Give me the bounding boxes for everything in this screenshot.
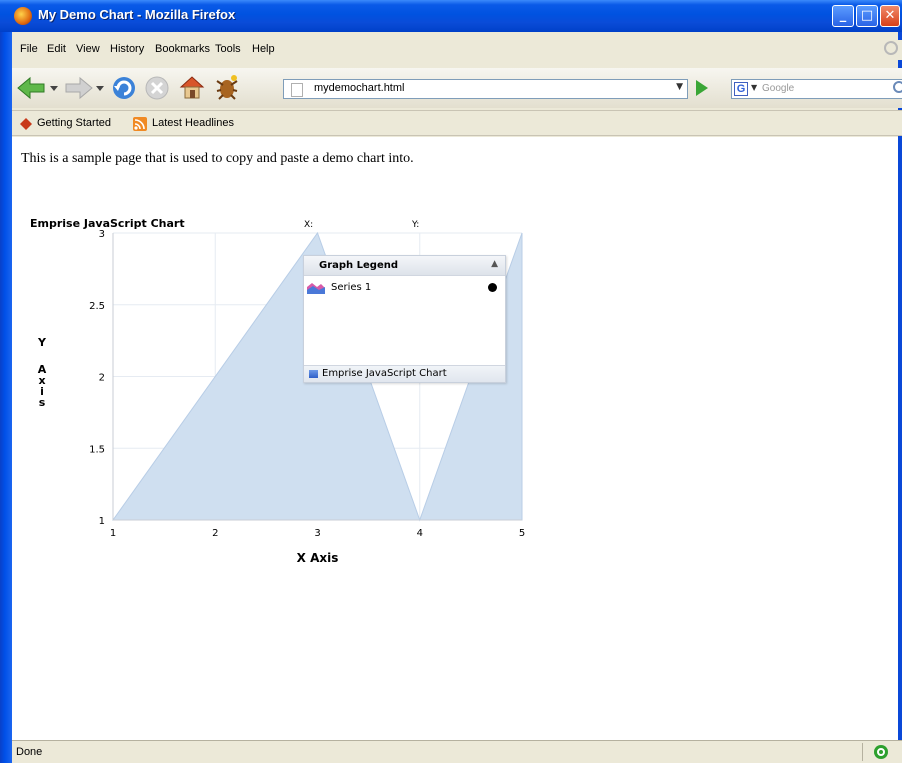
menu-view[interactable]: View	[76, 43, 100, 55]
go-button[interactable]	[696, 80, 708, 96]
bookmark-getting-started[interactable]: Getting Started	[37, 117, 111, 129]
x-tick-label: 3	[314, 528, 320, 539]
y-tick-label: 1	[99, 516, 105, 527]
forward-arrow-icon[interactable]	[64, 76, 94, 100]
legend-footer: Emprise JavaScript Chart	[304, 365, 505, 382]
window-left-border	[0, 0, 12, 763]
url-text[interactable]: mydemochart.html	[314, 82, 404, 94]
y-tick-label: 3	[99, 229, 105, 240]
window-title: My Demo Chart - Mozilla Firefox	[38, 7, 236, 22]
back-arrow-icon[interactable]	[16, 76, 48, 100]
crosshair-x-label: X:	[304, 220, 313, 230]
status-separator	[862, 743, 863, 761]
legend-collapse-icon[interactable]: ▲	[491, 259, 498, 269]
graph-legend[interactable]: Graph Legend ▲ Series 1 Emprise JavaScri…	[303, 255, 506, 383]
legend-series-label: Series 1	[331, 282, 372, 293]
x-axis-title: X Axis	[297, 551, 339, 565]
chart-title: Emprise JavaScript Chart	[30, 217, 185, 230]
legend-footer-text: Emprise JavaScript Chart	[322, 368, 447, 379]
crosshair-y-label: Y:	[411, 220, 419, 230]
x-tick-label: 5	[519, 528, 525, 539]
emprise-logo-icon	[309, 370, 318, 378]
status-bar: Done	[12, 740, 902, 763]
menu-bookmarks[interactable]: Bookmarks	[155, 43, 210, 55]
search-engine-icon[interactable]: G	[734, 82, 748, 96]
y-tick-label: 2	[99, 373, 105, 384]
menu-tools[interactable]: Tools	[215, 43, 241, 55]
minimize-button[interactable]: _	[832, 5, 854, 27]
browser-window: My Demo Chart - Mozilla Firefox _ □ ✕ Fi…	[0, 0, 902, 763]
y-tick-label: 1.5	[89, 444, 105, 455]
page-icon	[291, 83, 303, 97]
navigation-toolbar: mydemochart.html ▼ G ▼ Google	[12, 68, 902, 108]
bookmarks-toolbar: Getting Started Latest Headlines	[12, 110, 902, 136]
url-dropdown-icon[interactable]: ▼	[676, 82, 683, 92]
x-tick-label: 2	[212, 528, 218, 539]
y-tick-label: 2.5	[89, 301, 105, 312]
extension-bug-icon[interactable]	[213, 73, 241, 101]
y-axis-title-letter: Y	[37, 336, 47, 349]
menu-bar: File Edit View History Bookmarks Tools H…	[12, 40, 902, 60]
legend-title: Graph Legend	[319, 260, 399, 271]
legend-item[interactable]: Series 1	[307, 282, 501, 296]
x-tick-label: 1	[110, 528, 116, 539]
getting-started-icon	[20, 118, 32, 130]
menu-history[interactable]: History	[110, 43, 144, 55]
rss-feed-icon	[133, 117, 147, 131]
search-bar[interactable]: G ▼ Google	[731, 79, 902, 99]
forward-dropdown-icon[interactable]	[96, 84, 104, 92]
search-magnifier-icon[interactable]	[892, 80, 902, 98]
menu-help[interactable]: Help	[252, 43, 275, 55]
home-icon[interactable]	[178, 74, 206, 100]
reload-icon[interactable]	[110, 74, 138, 102]
bookmark-latest-headlines[interactable]: Latest Headlines	[152, 117, 234, 129]
series-visibility-icon[interactable]	[488, 283, 497, 292]
search-input[interactable]: Google	[762, 83, 794, 94]
security-ok-icon	[874, 745, 888, 759]
status-text: Done	[16, 746, 43, 758]
close-button[interactable]: ✕	[880, 5, 900, 27]
search-engine-dropdown-icon[interactable]: ▼	[751, 83, 757, 92]
y-axis-title-letter: s	[39, 396, 46, 409]
page-content: This is a sample page that is used to co…	[12, 137, 898, 740]
x-tick-label: 4	[417, 528, 423, 539]
legend-header[interactable]: Graph Legend ▲	[304, 256, 505, 276]
maximize-button[interactable]: □	[856, 5, 878, 27]
firefox-icon	[14, 7, 32, 25]
menu-edit[interactable]: Edit	[47, 43, 66, 55]
throbber-icon	[884, 41, 898, 55]
series-swatch-icon	[307, 283, 325, 294]
title-bar[interactable]: My Demo Chart - Mozilla Firefox _ □ ✕	[0, 0, 902, 32]
back-dropdown-icon[interactable]	[50, 84, 58, 92]
stop-icon[interactable]	[144, 75, 170, 101]
menu-file[interactable]: File	[20, 43, 38, 55]
url-bar[interactable]: mydemochart.html ▼	[283, 79, 688, 99]
